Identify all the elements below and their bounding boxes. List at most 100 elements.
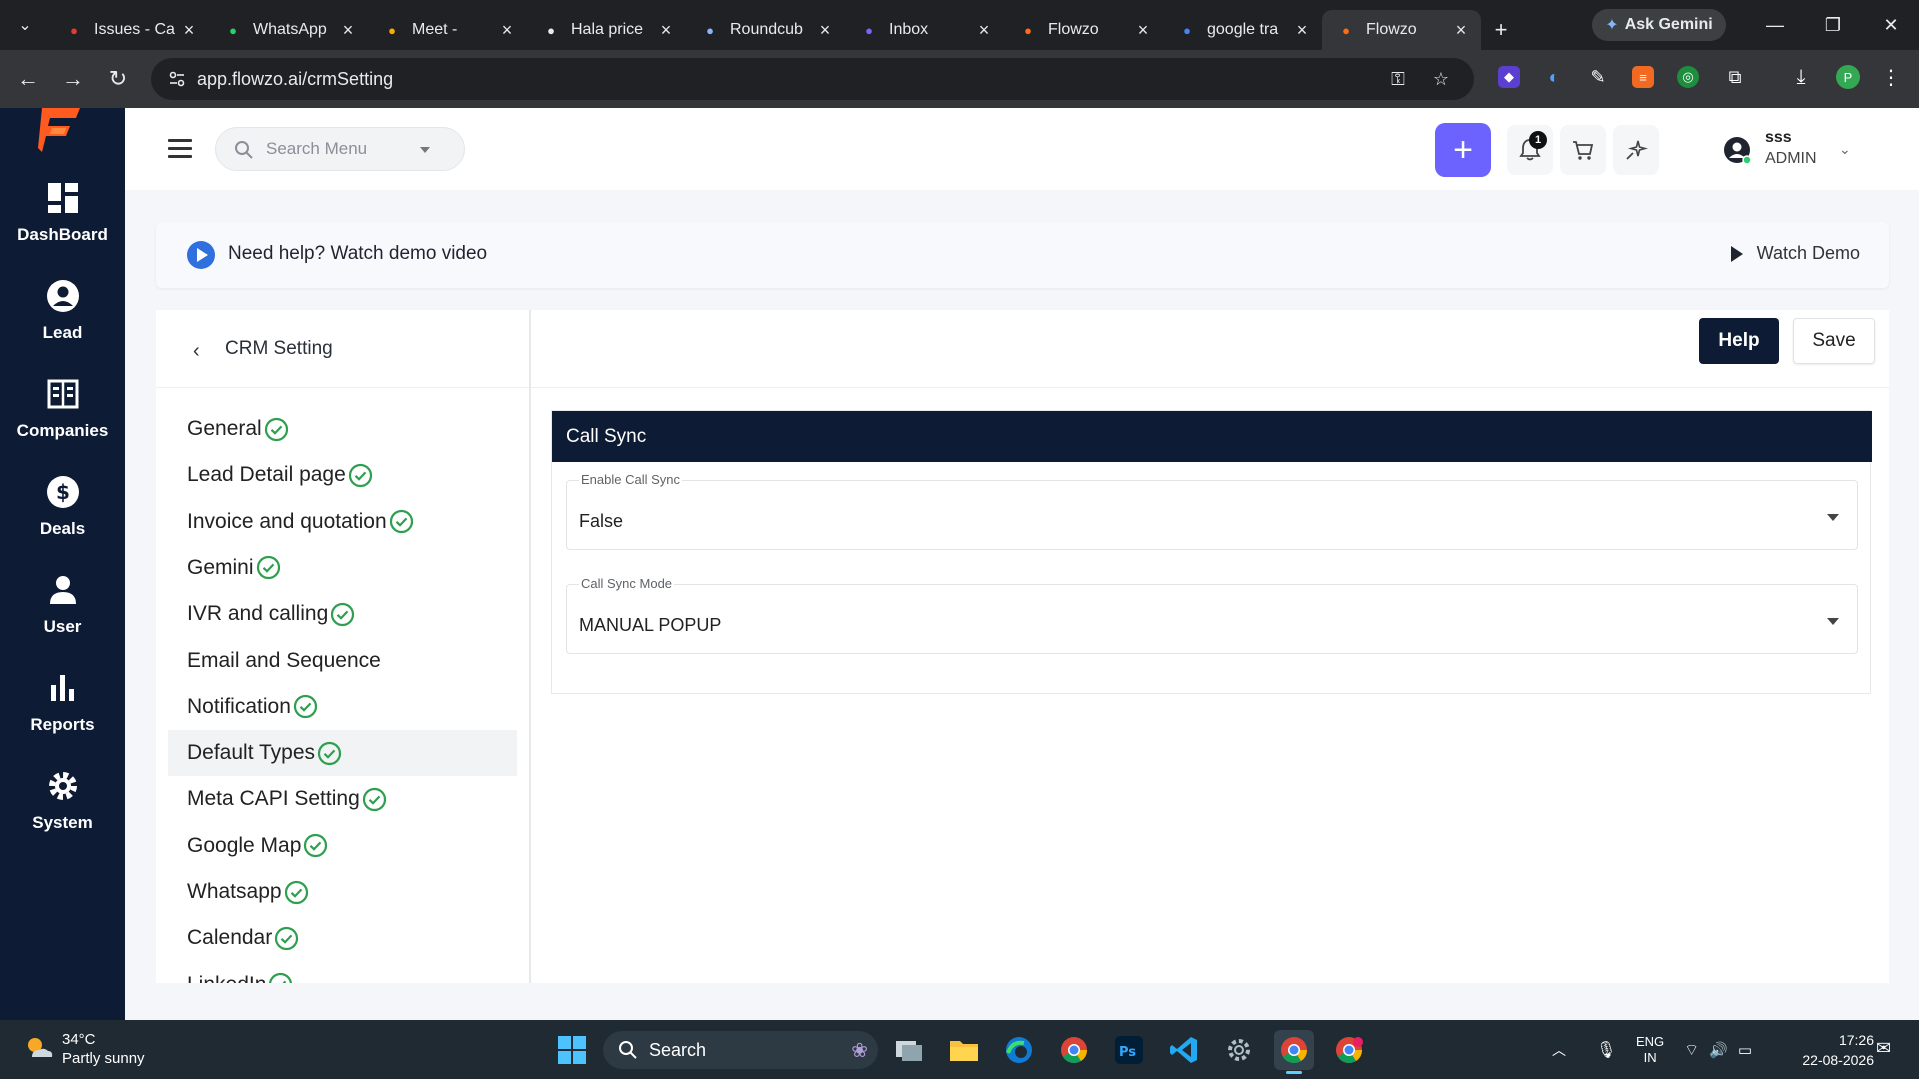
chevron-down-icon[interactable]: ⌄ [1839, 141, 1851, 158]
settings-nav-item[interactable]: Email and Sequence [168, 638, 517, 684]
extension-blue-icon[interactable]: ◐ [1543, 66, 1565, 88]
new-tab-button[interactable]: + [1481, 10, 1521, 50]
password-key-icon[interactable]: ⚿ [1387, 68, 1409, 90]
notifications-button[interactable]: 1 [1507, 125, 1553, 175]
browser-tab[interactable]: ● google tra × [1163, 10, 1322, 50]
chevron-down-icon[interactable] [420, 147, 430, 153]
settings-gear-icon[interactable] [1219, 1030, 1259, 1070]
browser-menu-icon[interactable]: ⋮ [1880, 66, 1902, 89]
enable-call-sync-select[interactable]: Enable Call Sync False [566, 472, 1858, 550]
help-button[interactable]: Help [1699, 318, 1779, 364]
tab-search-icon[interactable]: ⌄ [0, 0, 50, 50]
restore-window-icon[interactable]: ❐ [1805, 0, 1861, 50]
chrome-profile-icon[interactable] [1329, 1030, 1369, 1070]
forward-arrow-icon[interactable]: → [57, 63, 89, 95]
profile-avatar[interactable]: P [1836, 65, 1860, 89]
flowzo-logo[interactable] [36, 108, 84, 160]
close-tab-icon[interactable]: × [1451, 20, 1471, 41]
vscode-icon[interactable] [1164, 1030, 1204, 1070]
edge-browser-icon[interactable] [999, 1030, 1039, 1070]
sidebar-item-companies[interactable]: Companies [0, 364, 125, 454]
task-view-icon[interactable] [889, 1030, 929, 1070]
settings-nav-item[interactable]: Notification [168, 684, 517, 730]
extension-orange-icon[interactable]: ≡ [1632, 66, 1654, 88]
dropdown-arrow-icon[interactable] [1827, 618, 1839, 625]
weather-widget[interactable]: 34°C Partly sunny [22, 1030, 145, 1068]
wifi-icon[interactable]: ⌔ [1684, 1040, 1699, 1060]
cart-button[interactable] [1560, 125, 1606, 175]
notification-center-icon[interactable]: ✉ [1876, 1038, 1891, 1059]
browser-tab[interactable]: ● Inbox × [845, 10, 1004, 50]
browser-tab[interactable]: ● Flowzo × [1322, 10, 1481, 50]
photoshop-icon[interactable]: Ps [1109, 1030, 1149, 1070]
settings-nav-item[interactable]: IVR and calling [168, 591, 517, 637]
back-arrow-icon[interactable]: ← [12, 63, 44, 95]
close-tab-icon[interactable]: × [656, 20, 676, 41]
watch-demo-button[interactable]: Watch Demo [1730, 243, 1860, 264]
settings-nav-item[interactable]: Calendar [168, 915, 517, 961]
sidebar-item-reports[interactable]: Reports [0, 658, 125, 748]
call-sync-mode-select[interactable]: Call Sync Mode MANUAL POPUP [566, 576, 1858, 654]
browser-tab[interactable]: ● Roundcub × [686, 10, 845, 50]
sidebar-item-dashboard[interactable]: DashBoard [0, 168, 125, 258]
quick-add-button[interactable]: + [1435, 123, 1491, 177]
close-tab-icon[interactable]: × [974, 20, 994, 41]
bookmark-star-icon[interactable]: ☆ [1430, 68, 1452, 90]
reload-icon[interactable]: ↻ [102, 63, 134, 95]
extension-green-icon[interactable]: ◎ [1677, 66, 1699, 88]
file-explorer-icon[interactable] [944, 1030, 984, 1070]
system-clock[interactable]: 17:26 22-08-2026 [1784, 1030, 1874, 1070]
taskbar-search-box[interactable]: Search ❀ [603, 1031, 878, 1069]
browser-tab[interactable]: ● Hala price × [527, 10, 686, 50]
close-tab-icon[interactable]: × [179, 20, 199, 41]
downloads-icon[interactable]: ⤓ [1790, 66, 1812, 88]
settings-nav-item[interactable]: Lead Detail page [168, 452, 517, 498]
close-tab-icon[interactable]: × [497, 20, 517, 41]
volume-icon[interactable]: 🔊 [1709, 1041, 1728, 1059]
minimize-window-icon[interactable]: — [1747, 0, 1803, 50]
settings-nav-item[interactable]: General [168, 406, 517, 452]
close-tab-icon[interactable]: × [338, 20, 358, 41]
save-button[interactable]: Save [1793, 318, 1875, 364]
sidebar-item-lead[interactable]: Lead [0, 266, 125, 356]
chrome-active-icon[interactable] [1274, 1030, 1314, 1074]
hamburger-menu-icon[interactable] [168, 139, 192, 159]
ai-sparkle-button[interactable] [1613, 125, 1659, 175]
settings-nav-item[interactable]: Meta CAPI Setting [168, 776, 517, 822]
play-circle-icon[interactable] [187, 241, 215, 269]
browser-tab[interactable]: ● Flowzo × [1004, 10, 1163, 50]
dropdown-arrow-icon[interactable] [1827, 514, 1839, 521]
microphone-icon[interactable]: 🎙 [1596, 1040, 1616, 1060]
eyedropper-extension-icon[interactable]: ✎ [1587, 66, 1609, 88]
close-tab-icon[interactable]: × [1292, 20, 1312, 41]
sidebar-item-deals[interactable]: $ Deals [0, 462, 125, 552]
chrome-icon[interactable] [1054, 1030, 1094, 1070]
battery-icon[interactable]: ▭ [1738, 1041, 1752, 1059]
language-indicator[interactable]: ENG IN [1636, 1034, 1664, 1066]
sidebar-item-system[interactable]: System [0, 756, 125, 846]
browser-tab[interactable]: ● Issues - Ca × [50, 10, 209, 50]
whatsapp-icon: ● [229, 22, 237, 38]
settings-nav-item[interactable]: Gemini [168, 545, 517, 591]
extension-purple-icon[interactable]: ◆ [1498, 66, 1520, 88]
back-chevron-icon[interactable]: ‹ [193, 340, 200, 363]
close-tab-icon[interactable]: × [1133, 20, 1153, 41]
settings-nav-item[interactable]: Whatsapp [168, 869, 517, 915]
windows-start-icon[interactable] [552, 1030, 592, 1070]
close-tab-icon[interactable]: × [815, 20, 835, 41]
sidebar-item-user[interactable]: User [0, 560, 125, 650]
address-bar[interactable]: app.flowzo.ai/crmSetting ⚿ ☆ [151, 58, 1474, 100]
extensions-puzzle-icon[interactable]: ⧉ [1724, 66, 1746, 88]
settings-nav-item[interactable]: Google Map [168, 823, 517, 869]
tray-overflow-chevron-icon[interactable]: ︿ [1548, 1040, 1570, 1060]
search-menu-input[interactable]: Search Menu [215, 127, 465, 171]
user-menu[interactable]: sss ADMIN ⌄ [1723, 128, 1893, 172]
settings-nav-item[interactable]: Default Types [168, 730, 517, 777]
browser-tab[interactable]: ● Meet - × [368, 10, 527, 50]
site-info-icon[interactable] [167, 69, 187, 89]
ask-gemini-button[interactable]: ✦ Ask Gemini [1592, 9, 1726, 41]
browser-tab[interactable]: ● WhatsApp × [209, 10, 368, 50]
close-window-icon[interactable]: ✕ [1863, 0, 1919, 50]
settings-nav-item[interactable]: Invoice and quotation [168, 499, 517, 545]
settings-nav-item[interactable]: LinkedIn [168, 962, 517, 983]
